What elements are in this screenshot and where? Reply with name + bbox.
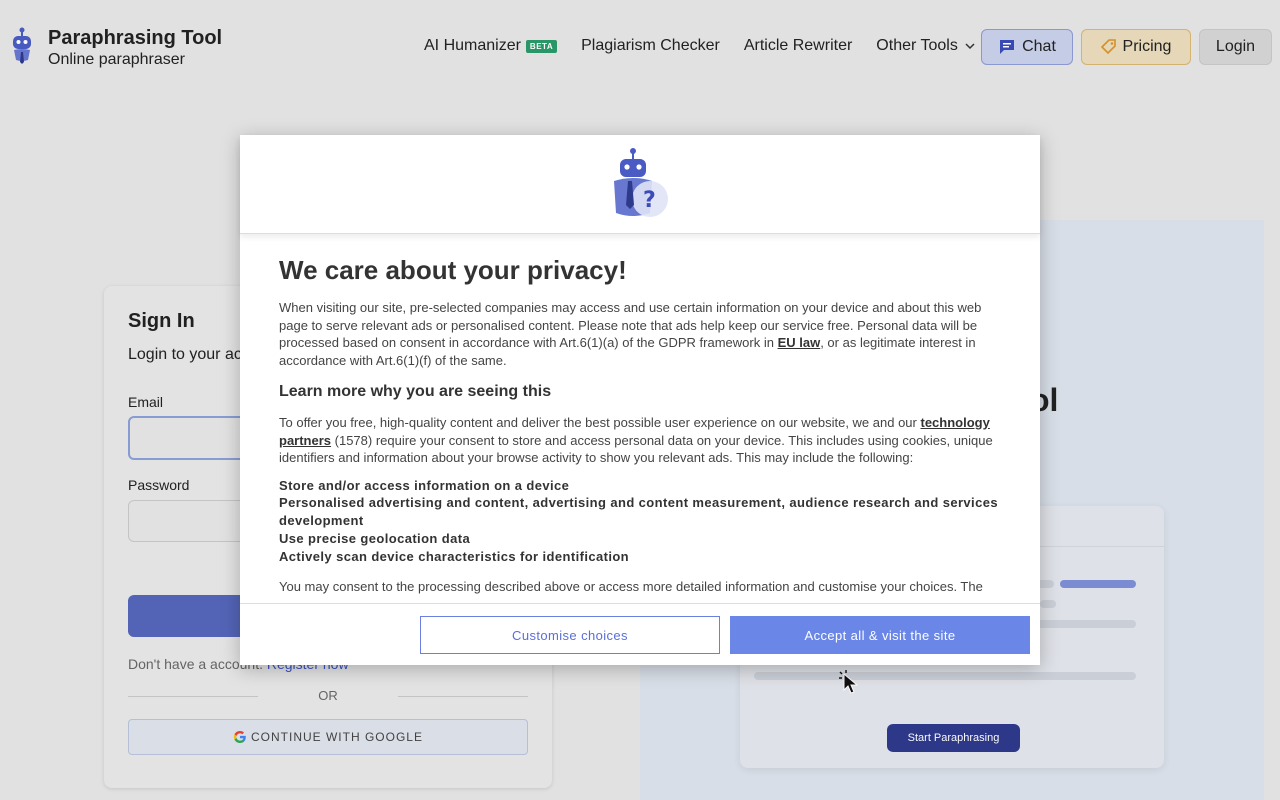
consent-partners-text: (1578) require your consent to store and… bbox=[279, 432, 993, 466]
accept-all-button[interactable]: Accept all & visit the site bbox=[730, 616, 1030, 654]
purpose-list: Store and/or access information on a dev… bbox=[279, 477, 1003, 566]
purpose-item: Actively scan device characteristics for… bbox=[279, 548, 630, 564]
consent-title: We care about your privacy! bbox=[279, 255, 627, 285]
eu-law-link[interactable]: EU law bbox=[778, 335, 821, 350]
purpose-item: Store and/or access information on a dev… bbox=[279, 477, 570, 493]
consent-footer: Customise choices Accept all & visit the… bbox=[240, 603, 1040, 665]
purpose-item: Personalised advertising and content, ad… bbox=[279, 495, 998, 529]
consent-dialog: ? We care about your privacy! When visit… bbox=[240, 135, 1040, 665]
consent-header: ? bbox=[240, 135, 1040, 234]
purpose-item: Use precise geolocation data bbox=[279, 530, 471, 546]
svg-text:?: ? bbox=[643, 188, 656, 213]
customise-choices-button[interactable]: Customise choices bbox=[420, 616, 720, 654]
consent-partners: To offer you free, high-quality content … bbox=[279, 414, 1003, 467]
robot-question-icon: ? bbox=[614, 148, 668, 217]
consent-partners-text: To offer you free, high-quality content … bbox=[279, 415, 921, 430]
learn-more-heading: Learn more why you are seeing this bbox=[279, 383, 552, 400]
consent-body[interactable]: We care about your privacy! When visitin… bbox=[279, 247, 1003, 599]
consent-closing: You may consent to the processing descri… bbox=[279, 579, 983, 595]
consent-intro: When visiting our site, pre-selected com… bbox=[279, 299, 1003, 369]
